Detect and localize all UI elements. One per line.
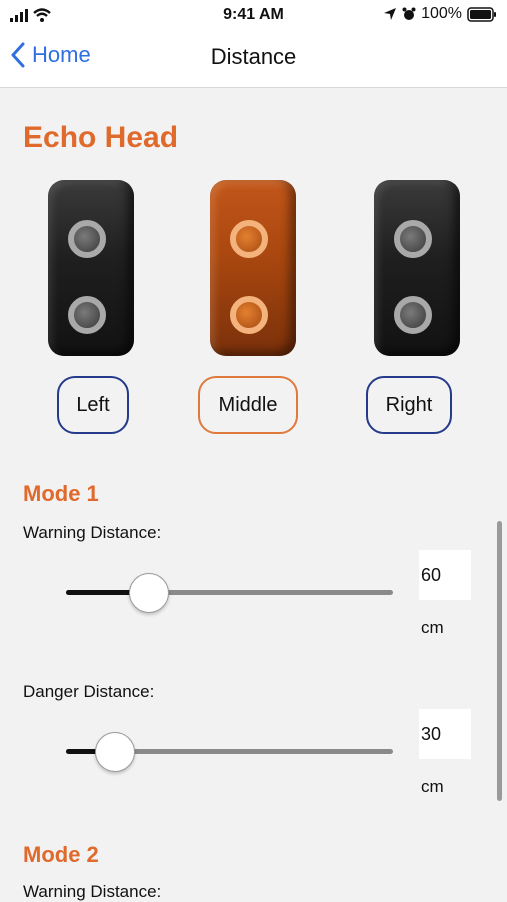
mode1-danger-unit: cm bbox=[421, 777, 444, 796]
page-title: Distance bbox=[210, 44, 297, 69]
sensor-middle-image[interactable] bbox=[210, 180, 296, 356]
left-button[interactable]: Left bbox=[57, 376, 129, 434]
sensor-lens bbox=[394, 296, 432, 334]
location-arrow-icon bbox=[384, 8, 397, 20]
mode1-danger-slider[interactable] bbox=[66, 730, 393, 774]
battery-icon bbox=[467, 6, 496, 22]
navigation-bar: Home Distance bbox=[0, 30, 507, 88]
mode1-title: Mode 1 bbox=[23, 481, 99, 506]
mode2-warning-label: Warning Distance: bbox=[23, 882, 162, 901]
mode1-danger-value[interactable]: 30 bbox=[419, 709, 471, 759]
right-button[interactable]: Right bbox=[366, 376, 452, 434]
middle-button[interactable]: Middle bbox=[198, 376, 298, 434]
slider-thumb[interactable] bbox=[129, 573, 170, 613]
alarm-clock-icon bbox=[402, 7, 416, 20]
sensor-lens bbox=[394, 220, 432, 258]
content-area[interactable]: Echo Head Left Middle Right Mode 1 Warni… bbox=[0, 88, 507, 901]
sensor-lens bbox=[68, 296, 106, 334]
sensor-lens bbox=[68, 220, 106, 258]
echo-head-title: Echo Head bbox=[23, 121, 179, 154]
mode1-warning-unit: cm bbox=[421, 618, 444, 637]
status-right: 100% bbox=[383, 5, 497, 23]
sensor-right-image[interactable] bbox=[374, 180, 460, 356]
mode2-title: Mode 2 bbox=[23, 842, 99, 867]
status-bar: 9:41 AM 100% bbox=[0, 0, 507, 30]
mode1-warning-slider[interactable] bbox=[66, 571, 393, 615]
mode1-warning-label: Warning Distance: bbox=[23, 523, 162, 542]
sensor-left-image[interactable] bbox=[48, 180, 134, 356]
scrollbar[interactable] bbox=[497, 521, 502, 801]
slider-thumb[interactable] bbox=[95, 732, 136, 772]
sensor-lens bbox=[230, 296, 268, 334]
battery-percent: 100% bbox=[421, 5, 462, 22]
mode1-warning-value[interactable]: 60 bbox=[419, 550, 471, 600]
sensor-lens bbox=[230, 220, 268, 258]
mode1-danger-label: Danger Distance: bbox=[23, 682, 155, 701]
